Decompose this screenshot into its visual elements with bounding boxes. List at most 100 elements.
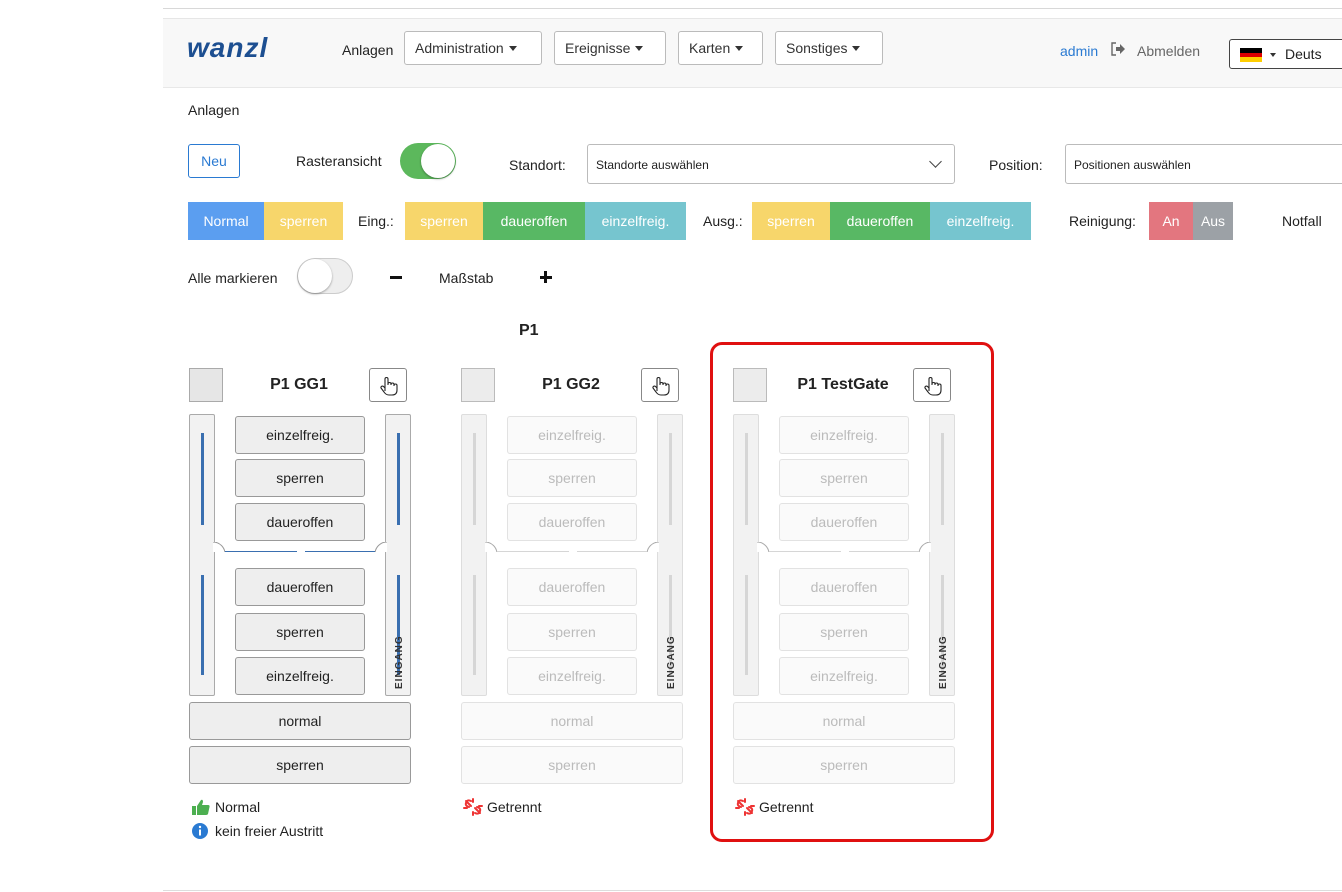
menu-ereignisse[interactable]: Ereignisse <box>554 31 666 65</box>
bottom-border <box>163 890 1342 891</box>
rail-bar <box>473 433 476 525</box>
select-all-toggle[interactable] <box>297 258 353 294</box>
chevron-down-icon <box>635 45 644 51</box>
exit-daueroffen-button[interactable]: daueroffen <box>507 503 637 541</box>
exit-sperren-button[interactable]: sperren <box>752 202 830 240</box>
zoom-out-icon[interactable] <box>390 276 402 279</box>
mode-sperren-button[interactable]: sperren <box>264 202 343 240</box>
cleaning-label: Reinigung: <box>1069 213 1136 229</box>
gate-select-checkbox[interactable] <box>461 368 495 402</box>
entry-sperren-button[interactable]: sperren <box>235 613 365 651</box>
gate-select-checkbox[interactable] <box>189 368 223 402</box>
hand-pointer-button[interactable] <box>641 368 679 402</box>
german-flag-icon <box>1240 48 1262 62</box>
chevron-down-icon <box>735 45 744 51</box>
language-label: Deuts <box>1285 46 1322 62</box>
wanzl-logo[interactable]: wanzl <box>187 32 268 64</box>
menu-ereignisse-label: Ereignisse <box>565 40 631 56</box>
hand-pointer-button[interactable] <box>369 368 407 402</box>
entry-label: Eing.: <box>358 213 394 229</box>
menu-sonstiges-label: Sonstiges <box>786 40 848 56</box>
normal-button[interactable]: normal <box>461 702 683 740</box>
exit-daueroffen-button[interactable]: daueroffen <box>830 202 930 240</box>
entry-daueroffen-button[interactable]: daueroffen <box>483 202 585 240</box>
entry-rail: EINGANG <box>657 414 683 696</box>
cleaning-off-button[interactable]: Aus <box>1193 202 1233 240</box>
gate-status: Getrennt <box>463 798 541 816</box>
hand-pointer-icon <box>652 377 670 396</box>
gate-card-p1-gg1: P1 GG1 EINGANG einzelfreig. sperren daue… <box>189 360 417 850</box>
chevron-down-icon <box>1270 53 1276 57</box>
logout-link[interactable]: Abmelden <box>1137 43 1200 59</box>
exit-daueroffen-button[interactable]: daueroffen <box>235 503 365 541</box>
scale-label: Maßstab <box>439 270 494 286</box>
exit-rail <box>189 414 215 696</box>
entry-side-label: EINGANG <box>394 635 405 689</box>
sperren-button[interactable]: sperren <box>189 746 411 784</box>
gate-status-label: Normal <box>215 799 261 815</box>
entry-einzelfreig-button[interactable]: einzelfreig. <box>235 657 365 695</box>
logout-icon[interactable] <box>1110 42 1126 56</box>
entry-sperren-button[interactable]: sperren <box>405 202 483 240</box>
select-all-label: Alle markieren <box>188 270 278 286</box>
menu-administration-label: Administration <box>415 40 504 56</box>
entry-daueroffen-button[interactable]: daueroffen <box>507 568 637 606</box>
exit-einzelfreig-button[interactable]: einzelfreig. <box>930 202 1031 240</box>
entry-einzelfreig-button[interactable]: einzelfreig. <box>585 202 686 240</box>
nav-anlagen[interactable]: Anlagen <box>342 42 393 58</box>
cleaning-on-button[interactable]: An <box>1149 202 1193 240</box>
location-select[interactable]: Standorte auswählen <box>587 144 955 184</box>
gate-title: P1 GG2 <box>542 376 600 393</box>
gate-info-label: kein freier Austritt <box>215 823 324 839</box>
exit-einzelfreig-button[interactable]: einzelfreig. <box>507 416 637 454</box>
app-frame: wanzl Anlagen Administration Ereignisse … <box>0 0 1342 892</box>
menu-karten[interactable]: Karten <box>678 31 763 65</box>
top-border <box>163 8 1342 9</box>
rail-bar <box>473 575 476 675</box>
entry-einzelfreig-button[interactable]: einzelfreig. <box>507 657 637 695</box>
position-select[interactable]: Positionen auswählen <box>1065 144 1342 184</box>
thumbs-up-icon <box>192 799 210 815</box>
exit-sperren-button[interactable]: sperren <box>235 459 365 497</box>
menu-karten-label: Karten <box>689 40 731 56</box>
grid-view-toggle[interactable] <box>400 143 456 179</box>
gate-arm <box>485 542 659 552</box>
hand-pointer-icon <box>380 377 398 396</box>
entry-side-label: EINGANG <box>666 635 677 689</box>
toggle-knob <box>298 259 332 293</box>
position-label: Position: <box>989 157 1043 173</box>
user-link[interactable]: admin <box>1060 43 1098 59</box>
gate-status-label: Getrennt <box>487 799 542 815</box>
chevron-down-icon <box>508 45 517 51</box>
normal-button[interactable]: normal <box>189 702 411 740</box>
menu-administration[interactable]: Administration <box>404 31 542 65</box>
rail-bar <box>201 575 204 675</box>
location-label: Standort: <box>509 157 566 173</box>
toggle-knob <box>421 144 455 178</box>
exit-sperren-button[interactable]: sperren <box>507 459 637 497</box>
navbar: wanzl Anlagen Administration Ereignisse … <box>163 19 1342 88</box>
entry-sperren-button[interactable]: sperren <box>507 613 637 651</box>
chevron-down-icon <box>929 155 942 168</box>
gate-status: Normal <box>191 798 260 816</box>
mode-normal-button[interactable]: Normal <box>188 202 264 240</box>
exit-label: Ausg.: <box>703 213 743 229</box>
exit-einzelfreig-button[interactable]: einzelfreig. <box>235 416 365 454</box>
page-title: Anlagen <box>188 102 240 118</box>
emergency-label: Notfall <box>1282 213 1322 229</box>
rail-bar <box>397 433 400 525</box>
grid-view-label: Rasteransicht <box>296 153 382 169</box>
gate-card-p1-gg2: P1 GG2 EINGANG einzelfreig. sperren daue… <box>461 360 689 850</box>
language-select[interactable]: Deuts <box>1229 39 1342 69</box>
new-button[interactable]: Neu <box>188 144 240 178</box>
entry-rail: EINGANG <box>385 414 411 696</box>
menu-sonstiges[interactable]: Sonstiges <box>775 31 883 65</box>
location-placeholder: Standorte auswählen <box>596 158 709 172</box>
sperren-button[interactable]: sperren <box>461 746 683 784</box>
entry-daueroffen-button[interactable]: daueroffen <box>235 568 365 606</box>
rail-bar <box>201 433 204 525</box>
info-icon <box>192 823 208 839</box>
gate-title: P1 GG1 <box>270 376 328 393</box>
rail-bar <box>669 433 672 525</box>
disconnected-icon <box>463 798 483 816</box>
